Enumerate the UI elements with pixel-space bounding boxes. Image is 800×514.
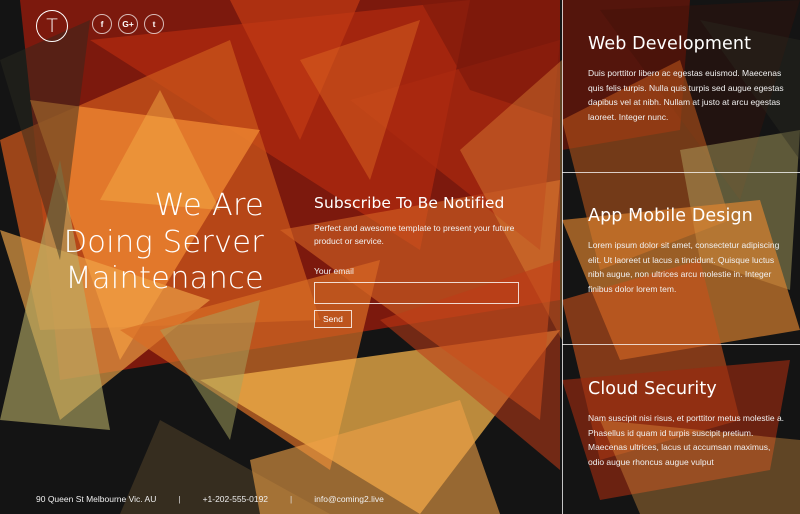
service-title: Cloud Security — [588, 379, 717, 399]
service-title: Web Development — [588, 34, 752, 54]
subscribe-description: Perfect and awesome template to present … — [314, 223, 515, 246]
social-links: f G+ t — [92, 14, 164, 34]
service-divider-2 — [562, 344, 800, 345]
service-web-development: Web Development Duis porttitor libero ac… — [588, 34, 788, 124]
footer-email[interactable]: info@coming2.live — [314, 494, 384, 504]
google-plus-icon[interactable]: G+ — [118, 14, 138, 34]
subscribe-form: Subscribe To Be Notified Perfect and awe… — [314, 194, 529, 328]
google-plus-label: G+ — [122, 19, 134, 29]
send-button[interactable]: Send — [314, 310, 352, 328]
subscribe-title: Subscribe To Be Notified — [314, 194, 505, 212]
footer-phone[interactable]: +1-202-555-0192 — [203, 494, 268, 504]
footer-separator: | — [290, 494, 293, 504]
service-text: Nam suscipit nisi risus, et porttitor me… — [588, 413, 785, 467]
email-input[interactable] — [314, 282, 519, 304]
email-label: Your email — [314, 266, 354, 276]
hero-line-2: Doing Server — [63, 224, 264, 260]
footer-contact: 90 Queen St Melbourne Vic. AU | +1-202-5… — [36, 494, 384, 504]
facebook-label: f — [100, 19, 104, 29]
service-app-mobile-design: App Mobile Design Lorem ipsum dolor sit … — [588, 206, 788, 296]
twitter-label: t — [152, 19, 156, 29]
twitter-icon[interactable]: t — [144, 14, 164, 34]
logo-letter: T — [46, 14, 58, 37]
hero-line-1: We Are — [154, 188, 264, 223]
footer-address: 90 Queen St Melbourne Vic. AU — [36, 494, 157, 504]
service-text: Duis porttitor libero ac egestas euismod… — [588, 68, 784, 122]
service-divider-1 — [562, 172, 800, 173]
facebook-icon[interactable]: f — [92, 14, 112, 34]
service-text: Lorem ipsum dolor sit amet, consectetur … — [588, 240, 780, 294]
service-cloud-security: Cloud Security Nam suscipit nisi risus, … — [588, 379, 788, 469]
logo[interactable]: T — [36, 10, 68, 42]
hero-headline: We Are Doing Server Maintenance — [4, 188, 264, 298]
service-title: App Mobile Design — [588, 206, 753, 226]
footer-separator: | — [178, 494, 181, 504]
hero-line-3: Maintenance — [65, 261, 264, 297]
column-divider — [562, 0, 563, 514]
